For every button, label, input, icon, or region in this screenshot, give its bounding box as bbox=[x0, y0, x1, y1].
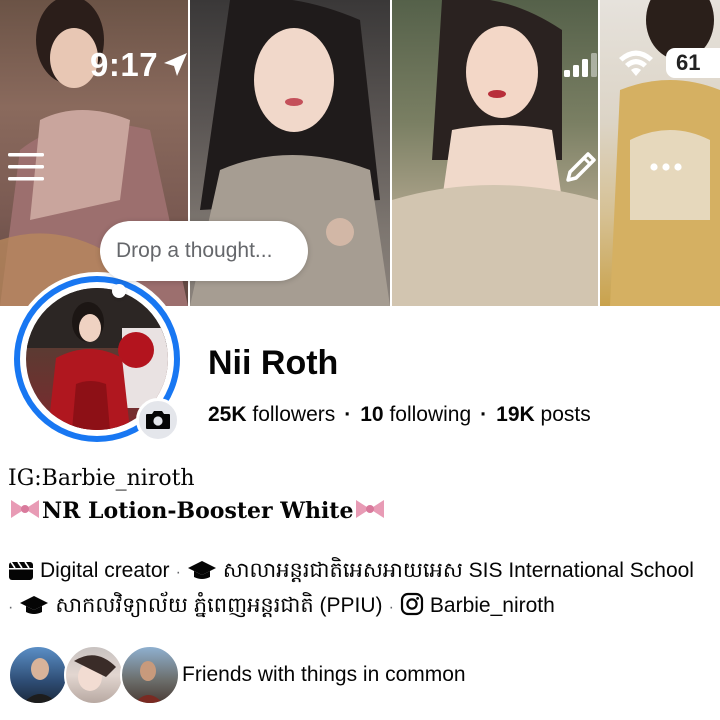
cellular-signal-icon bbox=[564, 53, 597, 77]
followers-count[interactable]: 25K bbox=[208, 403, 247, 426]
bio-line-2: NR Lotion-Booster White bbox=[8, 497, 387, 524]
status-time: 9:17 bbox=[90, 46, 159, 83]
instagram-icon bbox=[400, 592, 423, 616]
school-2-text[interactable]: សាកលវិទ្យាល័យ ភ្នំពេញអន្តរជាតិ (PPIU) bbox=[55, 594, 382, 617]
camera-icon bbox=[146, 411, 170, 429]
ribbon-bow-icon bbox=[356, 500, 385, 518]
pencil-icon[interactable] bbox=[560, 146, 602, 188]
details-separator: · bbox=[8, 599, 14, 616]
mutual-friends-row[interactable]: Friends with things in common bbox=[8, 645, 718, 707]
ellipsis-icon[interactable] bbox=[645, 152, 687, 182]
following-count[interactable]: 10 bbox=[360, 403, 383, 426]
profile-name: Nii Roth bbox=[208, 344, 339, 382]
graduation-cap-icon bbox=[187, 561, 216, 579]
posts-count: 19K bbox=[496, 403, 535, 426]
change-photo-button[interactable] bbox=[136, 398, 180, 442]
bio-product-text: NR Lotion-Booster White bbox=[42, 498, 354, 524]
ribbon-bow-icon bbox=[11, 500, 39, 518]
status-bar: 9:17 61 bbox=[0, 0, 720, 120]
category-text: Digital creator bbox=[40, 559, 170, 582]
thought-bubble-button[interactable]: Drop a thought... bbox=[100, 221, 308, 281]
profile-stats: 25K followers · 10 following · 19K posts bbox=[208, 403, 591, 427]
battery-indicator: 61 bbox=[666, 48, 720, 78]
mutual-friends-label[interactable]: Friends with things in common bbox=[182, 663, 466, 687]
bio-line-1: IG:Barbie_niroth bbox=[8, 466, 195, 491]
clapperboard-icon bbox=[9, 561, 33, 580]
friend-avatar[interactable] bbox=[64, 645, 124, 705]
wifi-icon bbox=[619, 50, 653, 76]
hamburger-menu-icon[interactable] bbox=[6, 150, 46, 184]
graduation-cap-icon bbox=[20, 596, 49, 614]
details-separator: · bbox=[175, 564, 181, 581]
thought-bubble-tail bbox=[112, 284, 126, 298]
details-separator: · bbox=[388, 599, 394, 616]
followers-label[interactable]: followers bbox=[252, 403, 335, 426]
stats-separator: · bbox=[344, 403, 352, 426]
stats-separator: · bbox=[480, 403, 488, 426]
following-label[interactable]: following bbox=[389, 403, 471, 426]
friend-avatar[interactable] bbox=[8, 645, 68, 705]
instagram-handle[interactable]: Barbie_niroth bbox=[430, 594, 555, 617]
friend-avatar[interactable] bbox=[120, 645, 180, 705]
location-arrow-icon bbox=[164, 53, 187, 76]
details-row-1: Digital creator · សាលាអន្តរជាតិអេសអាយអេស … bbox=[8, 557, 694, 588]
school-1-text[interactable]: សាលាអន្តរជាតិអេសអាយអេស SIS International… bbox=[223, 559, 694, 582]
posts-label: posts bbox=[540, 403, 591, 426]
details-row-2: · សាកលវិទ្យាល័យ ភ្នំពេញអន្តរជាតិ (PPIU) ·… bbox=[8, 592, 555, 623]
